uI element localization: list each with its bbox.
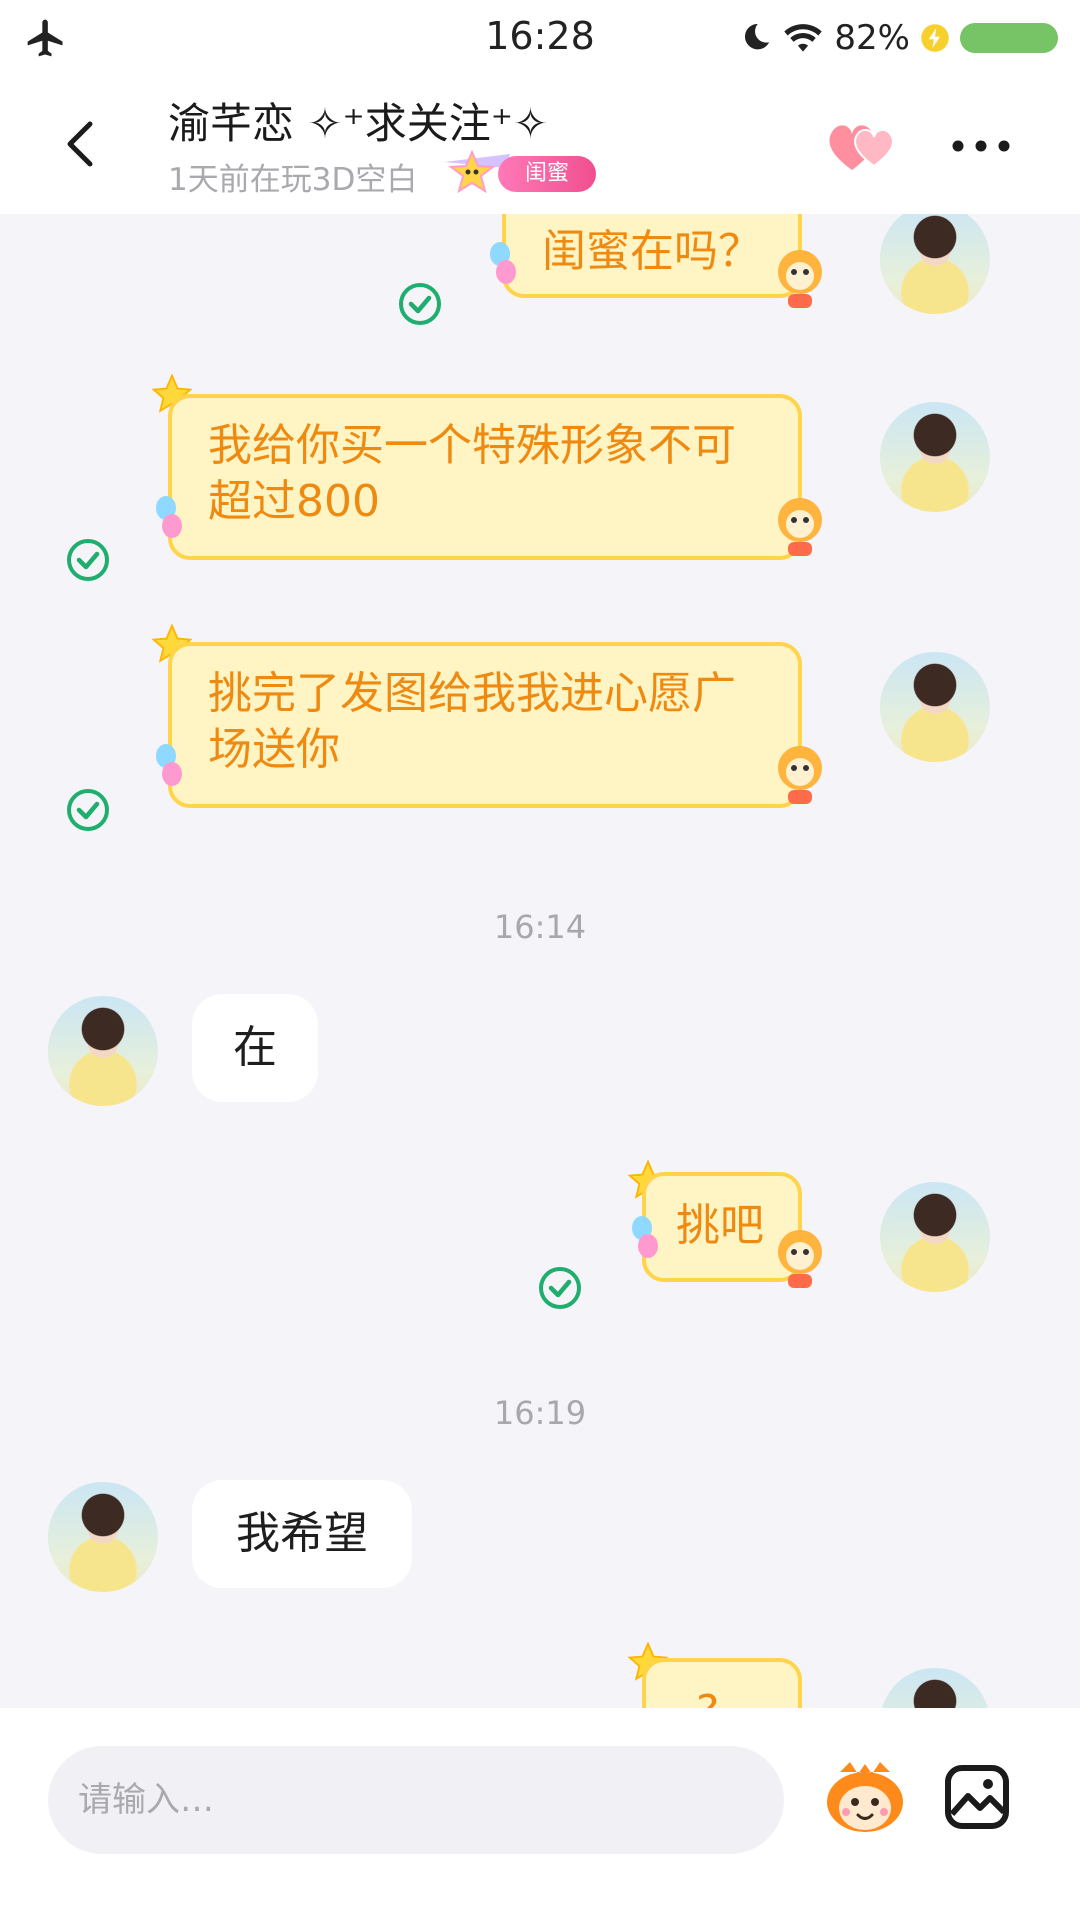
message-text: 挑完了发图给我我进心愿广场送你: [208, 668, 736, 775]
input-bar: 请输入…: [0, 1708, 1080, 1920]
image-icon[interactable]: [944, 1764, 1010, 1830]
my-avatar[interactable]: [880, 1182, 990, 1292]
message-input[interactable]: 请输入…: [48, 1746, 784, 1854]
check-icon: [539, 1267, 581, 1309]
message-text: 我给你买一个特殊形象不可超过800: [208, 420, 736, 527]
battery-icon: [960, 23, 1058, 53]
lightning-icon: [921, 24, 949, 52]
my-avatar[interactable]: [880, 652, 990, 762]
message-text: ?: [696, 1686, 719, 1708]
timestamp: 16:14: [493, 908, 587, 946]
timestamp: 16:19: [493, 1394, 587, 1432]
message-list[interactable]: 闺蜜在吗？ 我给你买一个特殊形象不可超过800 挑完了发图给我我进心愿广场送你: [0, 214, 1080, 1708]
my-avatar[interactable]: [880, 214, 990, 314]
contact-avatar[interactable]: [48, 996, 158, 1106]
hearts-icon[interactable]: [824, 112, 904, 178]
moon-icon: [745, 23, 770, 50]
mascot-icon: [778, 498, 822, 556]
balloon-icon: [156, 496, 182, 538]
balloon-icon: [632, 1216, 658, 1258]
mascot-icon: [778, 746, 822, 804]
my-avatar[interactable]: [880, 402, 990, 512]
message-bubble[interactable]: 挑完了发图给我我进心愿广场送你: [168, 642, 802, 808]
balloon-icon: [490, 242, 516, 284]
message-bubble[interactable]: 我希望: [192, 1480, 412, 1588]
check-icon: [67, 539, 109, 581]
wifi-icon: [784, 24, 823, 52]
mascot-icon: [778, 250, 822, 308]
balloon-icon: [156, 744, 182, 786]
message-text: 闺蜜在吗？: [542, 226, 762, 277]
message-text: 挑吧: [676, 1200, 764, 1251]
contact-status: 1天前在玩3D空白: [168, 162, 418, 198]
check-icon: [399, 283, 441, 325]
status-bar: 16:28 82%: [0, 0, 1080, 76]
check-icon: [67, 789, 109, 831]
message-text: 在: [233, 1022, 277, 1073]
message-bubble[interactable]: ?: [642, 1658, 802, 1708]
message-bubble[interactable]: 我给你买一个特殊形象不可超过800: [168, 394, 802, 560]
more-icon[interactable]: [946, 126, 1016, 166]
status-right: 82%: [738, 16, 1058, 60]
message-text: 我希望: [236, 1508, 368, 1559]
battery-percentage: 82%: [834, 18, 910, 58]
contact-name: 渝芊恋 ✧⁺求关注⁺✧: [168, 99, 549, 148]
mascot-icon: [778, 1230, 822, 1288]
chat-header: 渝芊恋 ✧⁺求关注⁺✧ 1天前在玩3D空白 闺蜜: [0, 76, 1080, 214]
message-bubble[interactable]: 闺蜜在吗？: [502, 214, 802, 298]
back-arrow-icon[interactable]: [52, 114, 112, 174]
relationship-badge: 闺蜜: [498, 156, 596, 192]
message-bubble[interactable]: 在: [192, 994, 318, 1102]
contact-avatar[interactable]: [48, 1482, 158, 1592]
emoji-face-icon[interactable]: [820, 1760, 910, 1836]
my-avatar[interactable]: [880, 1668, 990, 1708]
